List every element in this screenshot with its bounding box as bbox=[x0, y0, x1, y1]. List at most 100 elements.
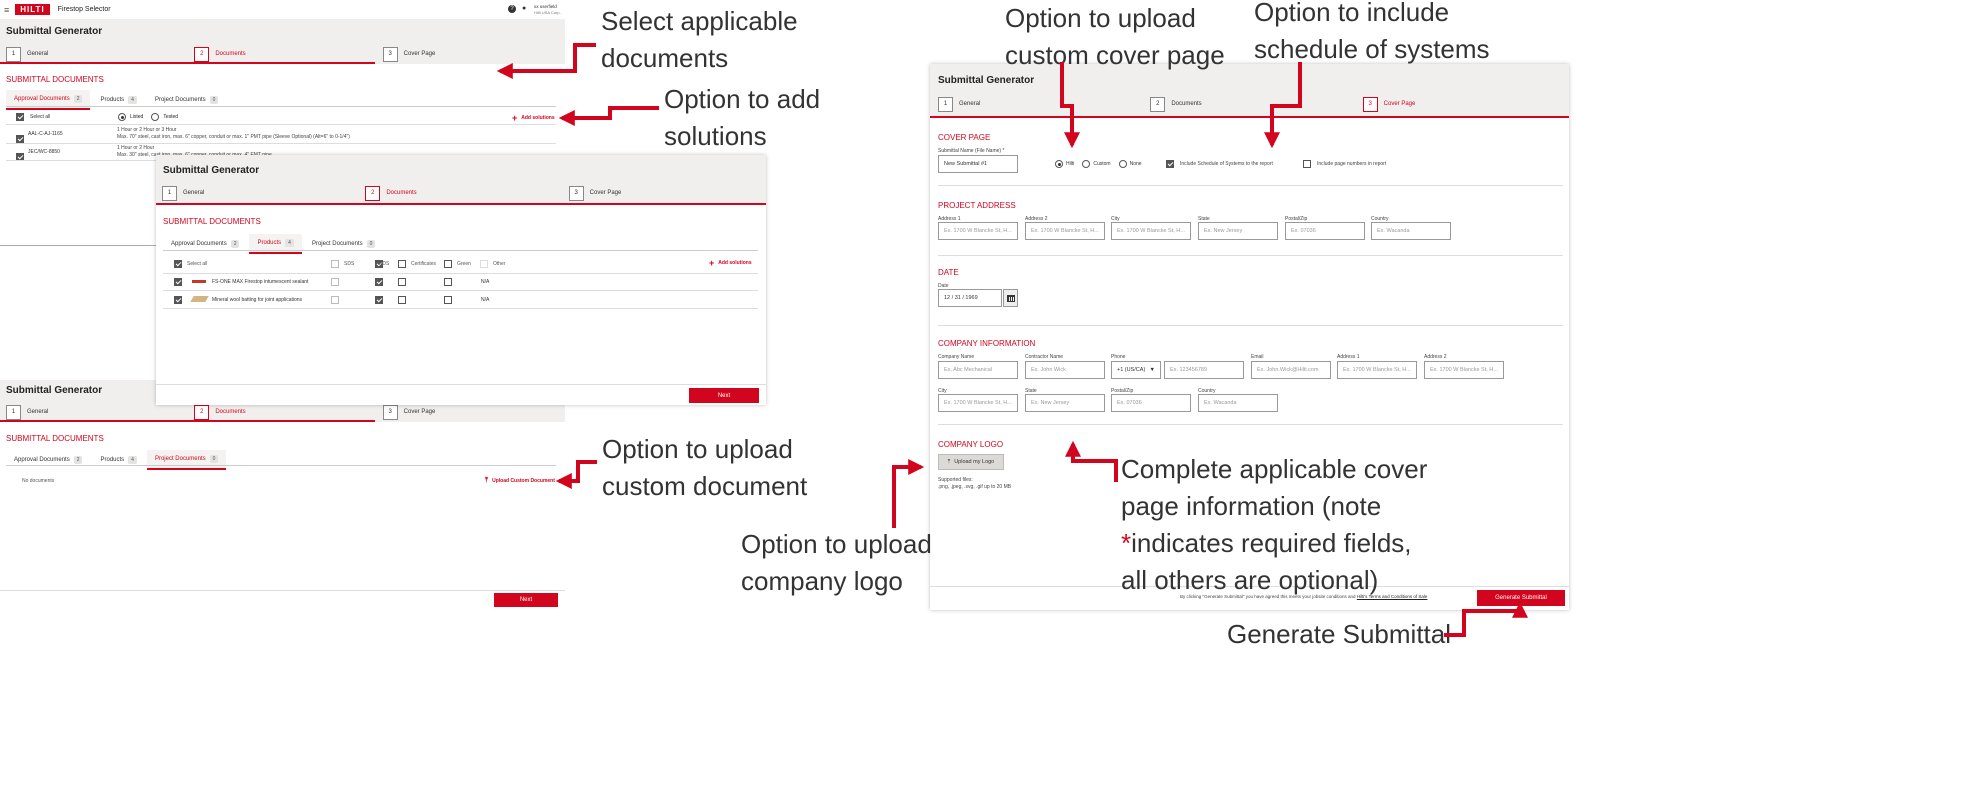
country-input[interactable]: Ex. Wacanda bbox=[1371, 222, 1451, 240]
tab-products[interactable]: Products 4 bbox=[249, 234, 302, 254]
date-title: DATE bbox=[938, 268, 959, 277]
app-title: Firestop Selector bbox=[57, 6, 111, 13]
product-row-checkbox[interactable] bbox=[174, 296, 182, 304]
add-solutions-link[interactable]: + Add solutions bbox=[512, 113, 555, 123]
tab-project-documents[interactable]: Project Documents 0 bbox=[147, 90, 226, 110]
pds-checkbox[interactable] bbox=[375, 296, 384, 304]
include-schedule-option: Include Schedule of Systems to the repor… bbox=[1166, 160, 1273, 168]
page-numbers-checkbox[interactable] bbox=[1303, 160, 1311, 168]
calendar-icon[interactable] bbox=[1003, 289, 1018, 307]
sds-checkbox[interactable] bbox=[331, 278, 339, 286]
menu-icon[interactable]: ≡ bbox=[4, 5, 9, 15]
company-state-input[interactable]: Ex. New Jersey bbox=[1025, 394, 1105, 412]
state-input[interactable]: Ex. New Jersey bbox=[1198, 222, 1278, 240]
upload-logo-button[interactable]: ⤒ Upload my Logo bbox=[938, 454, 1004, 470]
generator-header: Submittal Generator 1 General 2 Documents … bbox=[156, 155, 766, 205]
company-address-2-input[interactable]: Ex. 1700 W Blancke St, H... bbox=[1424, 361, 1504, 379]
certificates-checkbox[interactable] bbox=[398, 260, 406, 268]
select-all-checkbox[interactable] bbox=[16, 113, 24, 121]
tab-products[interactable]: Products 4 bbox=[92, 90, 144, 110]
listed-radio[interactable] bbox=[118, 113, 126, 121]
phone-country-select[interactable]: +1 (US/CA) ▼ bbox=[1111, 361, 1161, 379]
approval-row-checkbox[interactable] bbox=[16, 134, 24, 143]
phone-input[interactable]: Ex. 123456789 bbox=[1164, 361, 1244, 379]
company-name-label: Company Name bbox=[938, 354, 975, 360]
sds-checkbox[interactable] bbox=[331, 296, 339, 304]
products-panel: Submittal Generator 1 General 2 Documents … bbox=[156, 155, 766, 405]
next-button[interactable]: Next bbox=[689, 388, 759, 403]
document-tabs: Approval Documents 2 Products 4 Project Do… bbox=[163, 234, 383, 254]
help-icon[interactable]: ? bbox=[508, 5, 516, 13]
step-cover-page[interactable]: 3 Cover Page bbox=[1357, 90, 1569, 118]
generate-submittal-button[interactable]: Generate Submittal bbox=[1477, 590, 1565, 606]
company-name-input[interactable]: Ex. Abc Mechanical bbox=[938, 361, 1018, 379]
company-address-1-input[interactable]: Ex. 1700 W Blancke St, H... bbox=[1337, 361, 1417, 379]
company-postal-input[interactable]: Ex. 07036 bbox=[1111, 394, 1191, 412]
green-checkbox[interactable] bbox=[444, 260, 452, 268]
sealant-product-icon bbox=[192, 280, 206, 283]
approval-row: AAL-C-AJ-1165 1 Hour or 2 Hour or 3 Hour… bbox=[16, 127, 556, 143]
sds-checkbox[interactable] bbox=[331, 260, 339, 268]
email-label: Email bbox=[1251, 354, 1264, 360]
contractor-name-label: Contractor Name bbox=[1025, 354, 1064, 360]
hilti-cover-radio[interactable] bbox=[1055, 160, 1063, 168]
required-note-line: *indicates required fields, bbox=[1121, 528, 1412, 558]
tab-project-documents[interactable]: Project Documents 0 bbox=[146, 450, 227, 470]
project-documents-panel: Submittal Generator 1 General 2 Documents … bbox=[0, 380, 565, 612]
city-input[interactable]: Ex. 1700 W Blancke St, H... bbox=[1111, 222, 1191, 240]
user-icon[interactable]: ● bbox=[522, 5, 526, 12]
contractor-name-input[interactable]: Ex. John Wick bbox=[1025, 361, 1105, 379]
step-cover-page[interactable]: 3 Cover Page bbox=[377, 40, 565, 68]
product-row-checkbox[interactable] bbox=[174, 278, 182, 286]
other-checkbox[interactable] bbox=[480, 260, 488, 268]
tabs-divider bbox=[6, 465, 556, 466]
include-schedule-checkbox[interactable] bbox=[1166, 160, 1174, 168]
green-checkbox[interactable] bbox=[444, 296, 452, 304]
plus-icon: + bbox=[709, 258, 715, 268]
section-divider bbox=[938, 424, 1563, 425]
tab-approval-documents[interactable]: Approval Documents 2 bbox=[6, 90, 91, 110]
tab-approval-documents[interactable]: Approval Documents 2 bbox=[6, 450, 90, 470]
certificates-checkbox[interactable] bbox=[398, 278, 406, 286]
certificates-checkbox[interactable] bbox=[398, 296, 406, 304]
step-documents[interactable]: 2 Documents bbox=[1144, 90, 1356, 118]
green-checkbox[interactable] bbox=[444, 278, 452, 286]
tab-products[interactable]: Products 4 bbox=[92, 450, 144, 470]
cover-logo-options: Hilti Custom None bbox=[1055, 160, 1142, 168]
annotation-select-documents: Select applicable documents bbox=[601, 6, 798, 73]
custom-cover-radio[interactable] bbox=[1082, 160, 1091, 168]
submittal-name-input[interactable]: New Submittal #1 bbox=[938, 155, 1018, 173]
no-cover-radio[interactable] bbox=[1118, 160, 1127, 168]
address-2-input[interactable]: Ex. 1700 W Blancke St, H... bbox=[1025, 222, 1105, 240]
product-row: Mineral wool batting for joint applicati… bbox=[174, 294, 764, 306]
user-name: xx userfield bbox=[534, 4, 557, 9]
address-1-input[interactable]: Ex. 1700 W Blancke St, H... bbox=[938, 222, 1018, 240]
tabs-divider bbox=[163, 250, 758, 251]
row-divider bbox=[6, 143, 556, 144]
annotation-upload-document: Option to upload custom document bbox=[602, 434, 808, 501]
footer-divider bbox=[0, 590, 565, 591]
tab-project-documents[interactable]: Project Documents 0 bbox=[304, 234, 383, 254]
add-solutions-link[interactable]: + Add solutions bbox=[709, 258, 752, 268]
company-city-input[interactable]: Ex. 1700 W Blancke St, H... bbox=[938, 394, 1018, 412]
panel-bottom-line bbox=[0, 245, 160, 246]
select-all-checkbox[interactable] bbox=[174, 260, 182, 268]
supported-files-label: Supported files: bbox=[938, 477, 973, 483]
stepper: 1 General 2 Documents 3 Cover Page bbox=[930, 90, 1569, 118]
mineral-wool-product-icon bbox=[190, 296, 209, 302]
generator-header: Submittal Generator 1 General 2 Documents … bbox=[0, 20, 565, 64]
footer-divider bbox=[156, 384, 766, 385]
date-input[interactable]: 12 / 31 / 1969 bbox=[938, 289, 1002, 307]
postal-input[interactable]: Ex. 07036 bbox=[1285, 222, 1365, 240]
pds-checkbox[interactable] bbox=[375, 278, 384, 286]
tested-radio[interactable] bbox=[151, 113, 160, 121]
company-country-input[interactable]: Ex. Wacanda bbox=[1198, 394, 1278, 412]
upload-custom-document-link[interactable]: ⤒ Upload Custom Document bbox=[485, 477, 555, 485]
annotation-upload-cover: Option to upload custom cover page bbox=[1005, 3, 1225, 70]
project-address-title: PROJECT ADDRESS bbox=[938, 201, 1016, 210]
step-general[interactable]: 1 General bbox=[932, 90, 1144, 118]
next-button[interactable]: Next bbox=[494, 593, 558, 607]
tab-approval-documents[interactable]: Approval Documents 2 bbox=[163, 234, 247, 254]
email-input[interactable]: Ex. John.Wick@Hilti.com bbox=[1251, 361, 1331, 379]
hilti-logo: HILTI bbox=[15, 4, 50, 15]
